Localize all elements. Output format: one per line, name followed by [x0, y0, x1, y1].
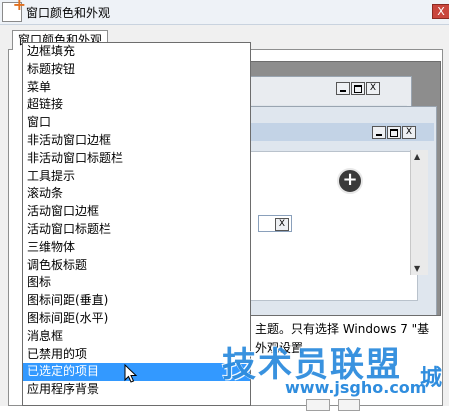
preview-active-window: X [251, 106, 437, 315]
mouse-cursor-icon [124, 364, 138, 383]
list-item[interactable]: 图标 [23, 274, 250, 292]
list-item[interactable]: 活动窗口标题栏 [23, 221, 250, 239]
list-item[interactable]: 窗口 [23, 114, 250, 132]
list-item[interactable]: 滚动条 [23, 185, 250, 203]
minimize-icon [372, 126, 386, 139]
close-icon: X [402, 126, 416, 139]
maximize-icon [387, 126, 401, 139]
list-item[interactable]: 非活动窗口边框 [23, 132, 250, 150]
color-picker-button[interactable] [306, 399, 330, 411]
list-item[interactable]: 活动窗口边框 [23, 203, 250, 221]
app-icon: + [2, 0, 26, 22]
plus-icon: + [12, 0, 26, 14]
list-item[interactable]: 非活动窗口标题栏 [23, 150, 250, 168]
watermark-url: www.jsgho.com [285, 378, 427, 397]
list-item[interactable]: 调色板标题 [23, 257, 250, 275]
list-item[interactable]: 菜单 [23, 79, 250, 97]
window-title: 窗口颜色和外观 [26, 6, 111, 20]
list-item[interactable]: 图标间距(水平) [23, 310, 250, 328]
zoom-plus-icon[interactable]: + [337, 168, 363, 194]
close-button[interactable]: X [432, 4, 449, 19]
scroll-up-icon: ▲ [414, 152, 421, 161]
list-item[interactable]: 标题按钮 [23, 61, 250, 79]
title-bar: + 窗口颜色和外观 X [0, 0, 449, 25]
item-combobox[interactable] [22, 400, 251, 406]
list-item[interactable]: 超链接 [23, 96, 250, 114]
minimize-icon [336, 82, 350, 95]
preview-scrollbar: ▲ ▼ [410, 150, 428, 275]
close-icon: X [275, 218, 289, 231]
list-item[interactable]: 已禁用的项 [23, 346, 250, 364]
color-picker-button-2[interactable] [338, 399, 360, 411]
list-item[interactable]: 消息框 [23, 328, 250, 346]
maximize-icon [351, 82, 365, 95]
scroll-down-icon: ▼ [414, 264, 421, 273]
close-icon: X [366, 82, 380, 95]
list-item[interactable]: 图标间距(垂直) [23, 292, 250, 310]
list-item[interactable]: 工具提示 [23, 168, 250, 186]
list-item[interactable]: 边框填充 [23, 43, 250, 61]
list-item[interactable]: 三维物体 [23, 239, 250, 257]
item-dropdown-list[interactable]: 边框填充 标题按钮 菜单 超链接 窗口 非活动窗口边框 非活动窗口标题栏 工具提示 滚动条 活动窗… [22, 42, 251, 401]
